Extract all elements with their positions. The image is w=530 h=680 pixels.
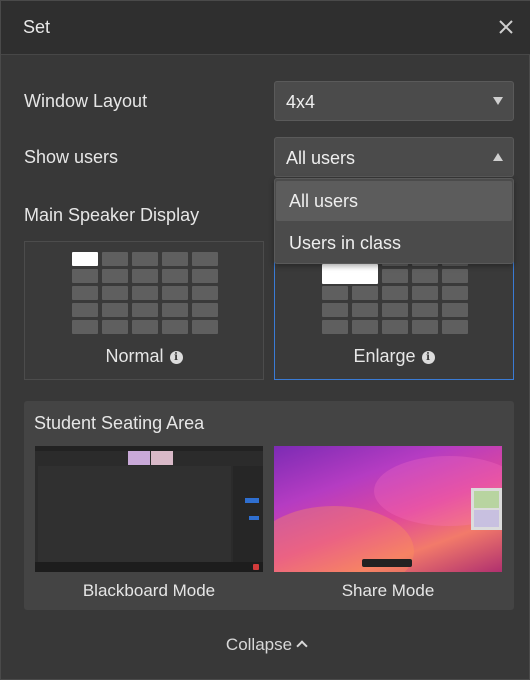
enlarge-caption: Enlarge i	[275, 346, 513, 367]
chevron-down-icon	[493, 97, 503, 105]
chevron-up-icon	[296, 640, 308, 652]
seating-title: Student Seating Area	[34, 413, 205, 433]
info-icon[interactable]: i	[169, 351, 183, 364]
blackboard-mode-thumbnail[interactable]	[35, 446, 263, 572]
normal-label: Normal	[105, 346, 164, 366]
close-icon	[499, 20, 513, 34]
normal-grid-preview	[72, 252, 218, 334]
main-speaker-label: Main Speaker Display	[24, 205, 200, 225]
show-users-select[interactable]: All users	[274, 137, 514, 177]
normal-display-card[interactable]: Normal i	[24, 241, 264, 380]
share-toolbar	[362, 559, 412, 567]
student-seating-area: Student Seating Area Blackboard Mode Sha…	[24, 401, 514, 610]
enlarge-grid-preview	[322, 252, 468, 334]
collapse-button[interactable]: Collapse	[1, 635, 530, 655]
chevron-up-icon	[493, 153, 503, 161]
collapse-label: Collapse	[225, 635, 293, 654]
option-users-in-class[interactable]: Users in class	[276, 223, 512, 263]
share-mode-thumbnail[interactable]	[274, 446, 502, 572]
enlarge-label: Enlarge	[353, 346, 416, 366]
show-users-value: All users	[286, 148, 356, 168]
option-all-users[interactable]: All users	[276, 181, 512, 221]
blackboard-area	[38, 466, 231, 562]
chat-panel	[233, 466, 263, 562]
settings-panel: Set Window Layout 4x4 Show users All use…	[0, 0, 530, 680]
window-layout-label: Window Layout	[24, 91, 148, 111]
blackboard-mode-label: Blackboard Mode	[82, 581, 216, 600]
panel-title: Set	[23, 17, 51, 37]
window-layout-value: 4x4	[286, 92, 316, 112]
show-users-label: Show users	[24, 147, 119, 167]
close-button[interactable]	[493, 14, 519, 40]
show-users-dropdown: All users Users in class	[274, 178, 514, 264]
video-tile	[128, 451, 150, 465]
video-tile	[151, 451, 173, 465]
share-mode-label: Share Mode	[341, 581, 435, 600]
normal-caption: Normal i	[25, 346, 263, 367]
window-layout-select[interactable]: 4x4	[274, 81, 514, 121]
panel-header: Set	[1, 1, 530, 55]
info-icon[interactable]: i	[421, 351, 435, 364]
